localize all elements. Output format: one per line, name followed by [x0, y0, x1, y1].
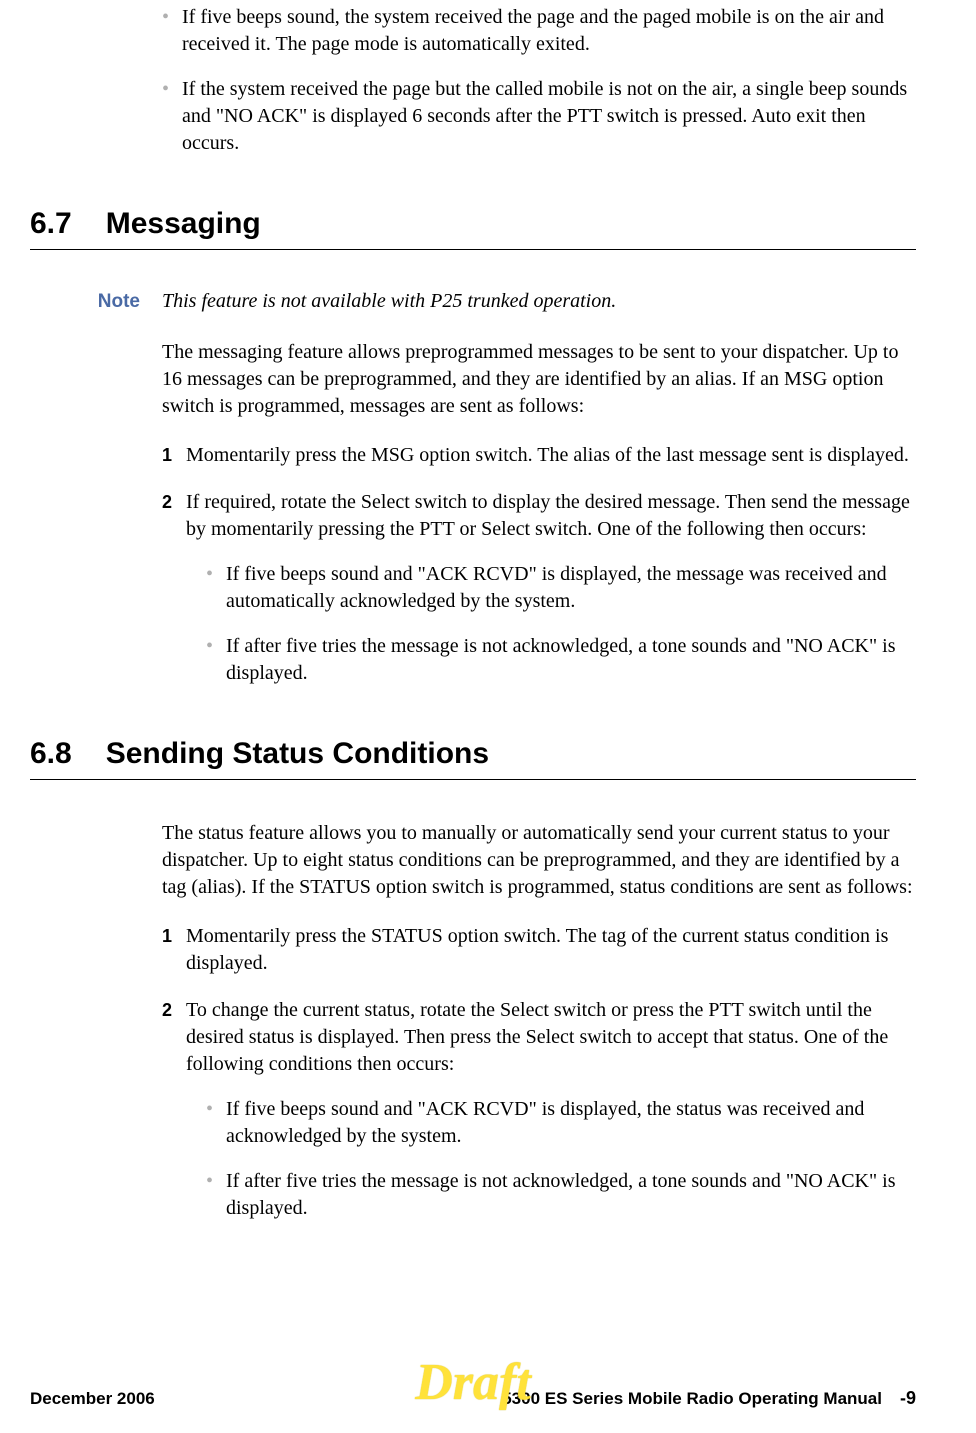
- sub-bullet-list: If five beeps sound and "ACK RCVD" is di…: [206, 561, 916, 687]
- list-item: If after five tries the message is not a…: [206, 1168, 916, 1222]
- footer-title: 5300 ES Series Mobile Radio Operating Ma…: [502, 1389, 882, 1409]
- list-item: If the system received the page but the …: [162, 76, 916, 157]
- step-number: 2: [162, 998, 172, 1022]
- step-number: 1: [162, 924, 172, 948]
- body-paragraph: The status feature allows you to manuall…: [162, 820, 916, 901]
- sub-bullet-list: If five beeps sound and "ACK RCVD" is di…: [206, 1096, 916, 1222]
- list-item: If after five tries the message is not a…: [206, 633, 916, 687]
- section-rule: [30, 779, 916, 780]
- section-title: Sending Status Conditions: [106, 737, 489, 771]
- numbered-list: 1 Momentarily press the MSG option switc…: [162, 442, 916, 687]
- body-paragraph: The messaging feature allows preprogramm…: [162, 339, 916, 420]
- list-item: If five beeps sound and "ACK RCVD" is di…: [206, 561, 916, 615]
- section-heading-67: 6.7 Messaging: [30, 207, 916, 241]
- section-title: Messaging: [106, 207, 261, 241]
- page-footer: December 2006 Draft 5300 ES Series Mobil…: [30, 1388, 916, 1409]
- page-number: -9: [900, 1388, 916, 1409]
- draft-watermark: Draft: [415, 1357, 531, 1409]
- step-number: 1: [162, 443, 172, 467]
- section-68-body: The status feature allows you to manuall…: [162, 820, 916, 1222]
- section-heading-68: 6.8 Sending Status Conditions: [30, 737, 916, 771]
- step-text: Momentarily press the STATUS option swit…: [186, 925, 888, 974]
- section-67-body: The messaging feature allows preprogramm…: [162, 339, 916, 687]
- note-row: Note This feature is not available with …: [30, 290, 916, 313]
- list-item: 1 Momentarily press the MSG option switc…: [162, 442, 916, 469]
- list-item: If five beeps sound and "ACK RCVD" is di…: [206, 1096, 916, 1150]
- section-number: 6.7: [30, 207, 72, 241]
- numbered-list: 1 Momentarily press the STATUS option sw…: [162, 923, 916, 1222]
- intro-bullet-list: If five beeps sound, the system received…: [162, 4, 916, 157]
- note-text: This feature is not available with P25 t…: [162, 290, 616, 313]
- step-text: To change the current status, rotate the…: [186, 999, 888, 1075]
- step-text: Momentarily press the MSG option switch.…: [186, 444, 909, 466]
- list-item: If five beeps sound, the system received…: [162, 4, 916, 58]
- section-rule: [30, 249, 916, 250]
- list-item: 1 Momentarily press the STATUS option sw…: [162, 923, 916, 977]
- step-number: 2: [162, 490, 172, 514]
- footer-right: 5300 ES Series Mobile Radio Operating Ma…: [502, 1388, 916, 1409]
- list-item: 2 To change the current status, rotate t…: [162, 997, 916, 1222]
- intro-block: If five beeps sound, the system received…: [162, 0, 916, 157]
- footer-date: December 2006: [30, 1389, 155, 1409]
- list-item: 2 If required, rotate the Select switch …: [162, 489, 916, 687]
- step-text: If required, rotate the Select switch to…: [186, 491, 910, 540]
- note-label: Note: [90, 291, 140, 313]
- page: If five beeps sound, the system received…: [0, 0, 976, 1222]
- section-number: 6.8: [30, 737, 72, 771]
